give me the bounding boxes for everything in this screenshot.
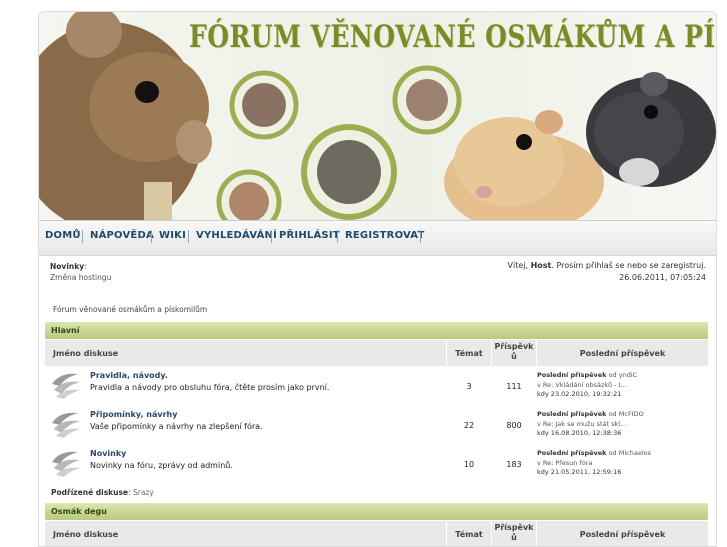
forum-row: Pravidla, návody. Pravidla a návody pro … <box>45 368 708 406</box>
forum-board-icon <box>52 451 80 477</box>
col-posts-line2: ů <box>511 533 517 542</box>
last-post-line1: Poslední příspěvek od Michaelos <box>537 449 651 459</box>
photo-4 <box>406 79 448 121</box>
col-last-post: Poslední příspěvek <box>579 349 666 358</box>
welcome-user: Host <box>530 261 552 270</box>
nav-separator <box>420 230 421 243</box>
col-posts-line1: Příspěvk <box>494 523 534 532</box>
category-title: Hlavní <box>51 326 80 335</box>
last-post-by: od <box>608 410 617 418</box>
last-post-user[interactable]: McFIDO <box>619 410 644 418</box>
forum-title: FÓRUM VĚNOVANÉ OSMÁKŮM A PÍSKOMILŮM <box>189 18 716 55</box>
forum-page: FÓRUM VĚNOVANÉ OSMÁKŮM A PÍSKOMILŮM DOMŮ… <box>38 11 717 547</box>
forum-board-icon <box>52 373 80 399</box>
forum-title-link[interactable]: Připomínky, návrhy <box>90 410 177 419</box>
last-post-topic[interactable]: v Re: Jak se mužu stát skl... <box>537 420 644 430</box>
last-post-date: kdy 16.08.2010, 12:38:36 <box>537 429 622 437</box>
nav-register[interactable]: REGISTROVAT <box>345 230 424 241</box>
gerbil-golden-nose <box>476 186 492 198</box>
col-posts-line2: ů <box>511 352 517 361</box>
nav-search[interactable]: VYHLEDÁVÁNÍ <box>196 230 277 241</box>
photo-2 <box>317 140 381 204</box>
news-colon: : <box>84 262 87 271</box>
forum-description: Vaše připomínky a návrhy na zlepšení fór… <box>90 422 263 431</box>
last-post-user[interactable]: yndiC <box>619 371 637 379</box>
last-post-topic[interactable]: v Re: Přesun fóra <box>537 459 651 469</box>
last-post-info: Poslední příspěvek od McFIDO v Re: Jak s… <box>537 410 644 439</box>
news-label: Novinky <box>50 262 85 271</box>
last-post-label: Poslední příspěvek <box>537 371 607 379</box>
last-post-info: Poslední příspěvek od yndiC v Re: Vkládá… <box>537 371 637 400</box>
forum-posts-count: 111 <box>506 382 522 391</box>
forum-topics-count: 10 <box>463 460 475 469</box>
forum-posts-count: 800 <box>506 421 522 430</box>
news-item[interactable]: Změna hostingu <box>50 273 111 282</box>
nav-wiki[interactable]: WIKI <box>159 230 186 241</box>
column-headers: Jméno diskuse Témat Příspěvk ů Poslední p… <box>45 521 708 546</box>
breadcrumb[interactable]: Fórum věnované osmákům a pískomilům <box>53 305 207 314</box>
degu-eye <box>135 81 159 103</box>
forum-row: Novinky Novinky na fóru, zprávy od admin… <box>45 446 708 484</box>
nav-login[interactable]: PŘIHLÁSIT <box>279 230 340 241</box>
welcome-suffix: . Prosím přihlaš se nebo se zaregistruj. <box>551 261 706 270</box>
degu-treat <box>144 182 172 220</box>
last-post-line1: Poslední příspěvek od yndiC <box>537 371 637 381</box>
col-posts: Příspěvk ů <box>492 523 536 543</box>
nav-separator <box>271 230 272 243</box>
gerbil-dark-chest <box>619 158 659 186</box>
forum-topics-count: 22 <box>463 421 475 430</box>
last-post-topic[interactable]: v Re: Vkládání obsázků - I... <box>537 381 637 391</box>
category-header-main[interactable]: Hlavní <box>45 322 708 339</box>
subforums-line: Podřízené diskuse: Srazy <box>51 488 154 497</box>
welcome-line: Vítej, Host. Prosím přihlaš se nebo se z… <box>508 260 707 272</box>
last-post-by: od <box>608 449 617 457</box>
column-headers: Jméno diskuse Témat Příspěvk ů Poslední p… <box>45 340 708 366</box>
last-post-label: Poslední příspěvek <box>537 449 607 457</box>
last-post-by: od <box>608 371 617 379</box>
nav-separator <box>82 230 83 243</box>
last-post-date: kdy 23.02.2010, 19:32:21 <box>537 390 622 398</box>
last-post-user[interactable]: Michaelos <box>619 449 651 457</box>
forum-title-link[interactable]: Novinky <box>90 449 126 458</box>
last-post-date: kdy 21.05.2011, 12:59:16 <box>537 468 622 476</box>
main-navbar: DOMŮ NÁPOVĚDA WIKI VYHLEDÁVÁNÍ PŘIHLÁSIT… <box>39 220 716 256</box>
forum-board-icon <box>52 412 80 438</box>
nav-separator <box>188 230 189 243</box>
gerbil-dark-eye <box>644 105 658 119</box>
header-banner: FÓRUM VĚNOVANÉ OSMÁKŮM A PÍSKOMILŮM <box>39 12 716 220</box>
welcome-datetime: 26.06.2011, 07:05:24 <box>619 273 706 282</box>
forum-description: Pravidla a návody pro obsluhu fóra, čtět… <box>90 383 330 392</box>
subforums-link[interactable]: Srazy <box>133 488 154 497</box>
welcome-box: Vítej, Host. Prosím přihlaš se nebo se z… <box>508 260 707 284</box>
forum-description: Novinky na fóru, zprávy od adminů. <box>90 461 233 470</box>
subforums-label: Podřízené diskuse <box>51 488 129 497</box>
col-posts-line1: Příspěvk <box>494 342 534 351</box>
col-topics: Témat <box>455 530 483 539</box>
photo-1 <box>242 83 286 127</box>
category-title: Osmák degu <box>51 507 107 516</box>
col-forum-name: Jméno diskuse <box>53 530 119 539</box>
col-last-post: Poslední příspěvek <box>579 530 666 539</box>
forum-posts-count: 183 <box>506 460 522 469</box>
category-header-degu[interactable]: Osmák degu <box>45 503 708 520</box>
degu-snout <box>176 120 212 164</box>
nav-help[interactable]: NÁPOVĚDA <box>90 230 154 241</box>
last-post-info: Poslední příspěvek od Michaelos v Re: Př… <box>537 449 651 478</box>
nav-home[interactable]: DOMŮ <box>45 230 81 241</box>
forum-topics-count: 3 <box>466 382 472 391</box>
gerbil-dark-ear <box>640 72 668 96</box>
last-post-label: Poslední příspěvek <box>537 410 607 418</box>
nav-separator <box>337 230 338 243</box>
last-post-line1: Poslední příspěvek od McFIDO <box>537 410 644 420</box>
gerbil-golden-ear <box>535 110 563 134</box>
col-forum-name: Jméno diskuse <box>53 349 119 358</box>
col-posts: Příspěvk ů <box>492 342 536 362</box>
forum-row: Připomínky, návrhy Vaše připomínky a náv… <box>45 407 708 445</box>
gerbil-golden-eye <box>516 134 532 150</box>
news-box: Novinky: <box>50 262 87 271</box>
nav-separator <box>151 230 152 243</box>
forum-title-link[interactable]: Pravidla, návody. <box>90 371 168 380</box>
col-topics: Témat <box>455 349 483 358</box>
welcome-prefix: Vítej, <box>507 261 529 270</box>
